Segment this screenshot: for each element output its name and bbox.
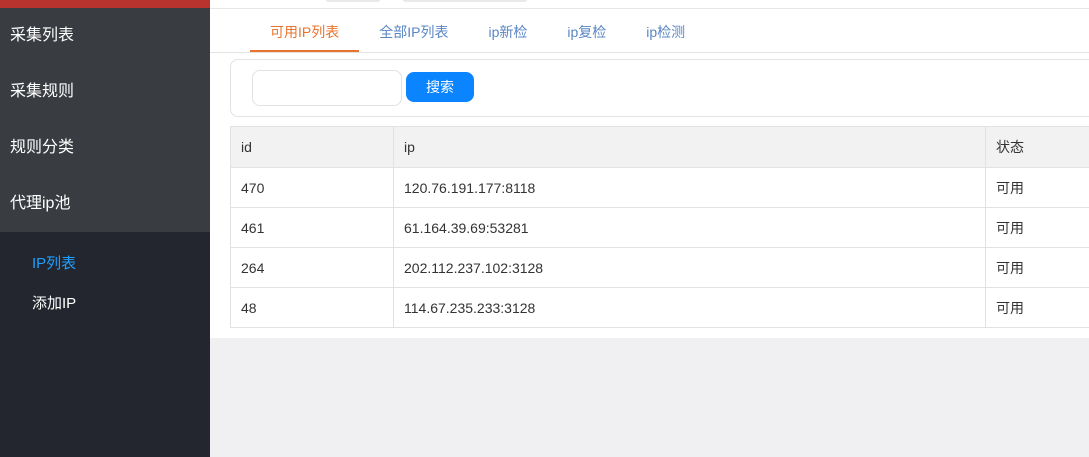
tab-ip-recheck[interactable]: ip复检 bbox=[547, 9, 626, 52]
search-panel: 搜索 bbox=[230, 59, 1089, 117]
cell-status: 可用 bbox=[985, 207, 1089, 248]
ip-table: id ip 状态 470 120.76.191.177:8118 可用 461 … bbox=[230, 126, 1089, 328]
search-input[interactable] bbox=[252, 70, 402, 106]
cell-id: 461 bbox=[230, 207, 394, 248]
top-pill bbox=[325, 0, 381, 2]
cell-status: 可用 bbox=[985, 247, 1089, 288]
ip-table-wrap: id ip 状态 470 120.76.191.177:8118 可用 461 … bbox=[230, 126, 1089, 328]
tab-ip-new-check[interactable]: ip新检 bbox=[468, 9, 547, 52]
cell-status: 可用 bbox=[985, 167, 1089, 208]
sidebar-item-add-ip[interactable]: 添加IP bbox=[0, 284, 210, 324]
column-header-ip: ip bbox=[393, 126, 986, 168]
tab-available-ip-list[interactable]: 可用IP列表 bbox=[250, 9, 360, 52]
sidebar: 采集列表 采集规则 规则分类 代理ip池 IP列表 添加IP bbox=[0, 0, 210, 457]
table-row: 48 114.67.235.233:3128 可用 bbox=[230, 287, 1089, 328]
cell-status: 可用 bbox=[985, 287, 1089, 328]
top-strip bbox=[210, 0, 1089, 9]
table-row: 470 120.76.191.177:8118 可用 bbox=[230, 167, 1089, 208]
table-header-row: id ip 状态 bbox=[230, 126, 1089, 168]
cell-id: 470 bbox=[230, 167, 394, 208]
nav-group-proxy-ip-pool[interactable]: 代理ip池 bbox=[0, 176, 210, 232]
cell-ip: 61.164.39.69:53281 bbox=[393, 207, 986, 248]
table-row: 461 61.164.39.69:53281 可用 bbox=[230, 207, 1089, 248]
cell-ip: 202.112.237.102:3128 bbox=[393, 247, 986, 288]
search-button[interactable]: 搜索 bbox=[406, 72, 474, 102]
main-content: 可用IP列表 全部IP列表 ip新检 ip复检 ip检测 搜索 id ip 状态… bbox=[210, 0, 1089, 338]
nav-groups: 采集列表 采集规则 规则分类 代理ip池 bbox=[0, 8, 210, 232]
nav-group-collect-list[interactable]: 采集列表 bbox=[0, 8, 210, 64]
nav-group-collect-rules[interactable]: 采集规则 bbox=[0, 64, 210, 120]
cell-ip: 120.76.191.177:8118 bbox=[393, 167, 986, 208]
nav-sub-items: IP列表 添加IP bbox=[0, 232, 210, 324]
cell-id: 48 bbox=[230, 287, 394, 328]
sidebar-item-ip-list[interactable]: IP列表 bbox=[0, 244, 210, 284]
column-header-status: 状态 bbox=[985, 126, 1089, 168]
column-header-id: id bbox=[230, 126, 394, 168]
cell-id: 264 bbox=[230, 247, 394, 288]
sidebar-top-accent bbox=[0, 0, 210, 8]
table-row: 264 202.112.237.102:3128 可用 bbox=[230, 247, 1089, 288]
nav-group-rule-categories[interactable]: 规则分类 bbox=[0, 120, 210, 176]
top-pill bbox=[402, 0, 528, 2]
tab-ip-detect[interactable]: ip检测 bbox=[626, 9, 705, 52]
cell-ip: 114.67.235.233:3128 bbox=[393, 287, 986, 328]
tab-bar: 可用IP列表 全部IP列表 ip新检 ip复检 ip检测 bbox=[210, 9, 1089, 53]
tab-all-ip-list[interactable]: 全部IP列表 bbox=[359, 9, 468, 52]
